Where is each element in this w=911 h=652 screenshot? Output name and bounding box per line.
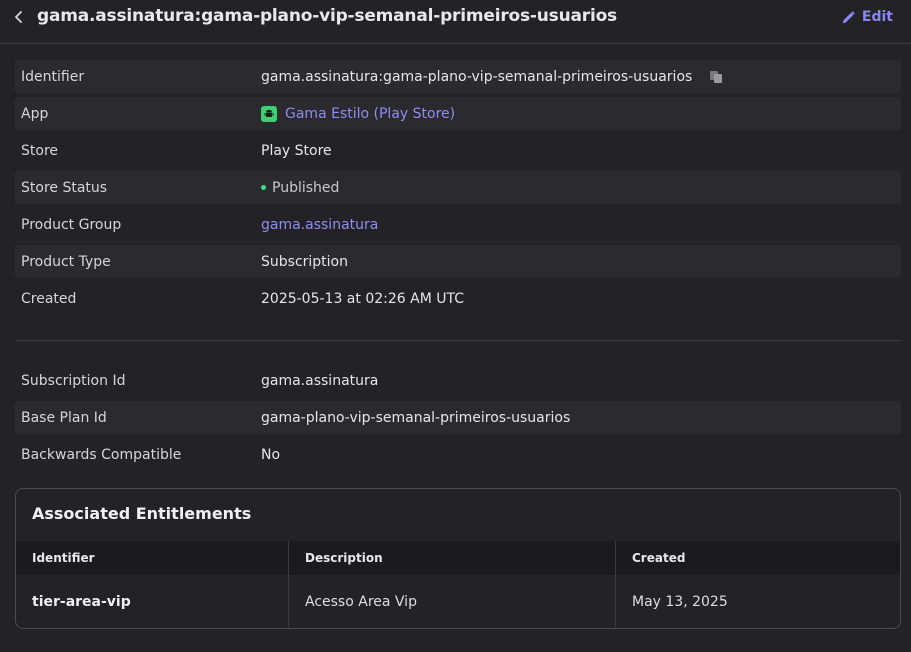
detail-value-subscription-id: gama.assinatura	[261, 372, 379, 389]
detail-row-app: App Gama Estilo (Play Store)	[15, 97, 901, 130]
chevron-left-icon[interactable]	[10, 8, 28, 26]
page-title: gama.assinatura:gama-plano-vip-semanal-p…	[37, 6, 617, 26]
detail-value-identifier: gama.assinatura:gama-plano-vip-semanal-p…	[261, 69, 724, 85]
cell-created: May 13, 2025	[632, 594, 728, 610]
product-details: Identifier gama.assinatura:gama-plano-vi…	[15, 60, 901, 319]
detail-label: Store Status	[21, 179, 108, 196]
detail-value-store: Play Store	[261, 142, 332, 159]
detail-row-created: Created 2025-05-13 at 02:26 AM UTC	[15, 282, 901, 315]
page-header: gama.assinatura:gama-plano-vip-semanal-p…	[0, 0, 911, 44]
status-badge: Published	[272, 179, 340, 196]
detail-row-identifier: Identifier gama.assinatura:gama-plano-vi…	[15, 60, 901, 93]
detail-row-base-plan-id: Base Plan Id gama-plano-vip-semanal-prim…	[15, 401, 901, 434]
detail-label: Base Plan Id	[21, 409, 107, 426]
column-header-identifier: Identifier	[16, 541, 289, 575]
detail-value-product-type: Subscription	[261, 253, 348, 270]
detail-value-backwards-compatible: No	[261, 446, 281, 463]
detail-label: Product Type	[21, 253, 111, 270]
pencil-icon	[842, 10, 855, 23]
table-header: Identifier Description Created	[16, 541, 900, 575]
associated-entitlements-card: Associated Entitlements Identifier Descr…	[15, 488, 901, 629]
card-title: Associated Entitlements	[32, 504, 252, 523]
edit-label: Edit	[861, 9, 893, 25]
copy-icon[interactable]	[708, 69, 724, 85]
detail-row-product-group: Product Group gama.assinatura	[15, 208, 901, 241]
section-divider	[15, 340, 901, 341]
detail-label: Backwards Compatible	[21, 446, 182, 463]
detail-value-base-plan-id: gama-plano-vip-semanal-primeiros-usuario…	[261, 409, 571, 426]
detail-label: Created	[21, 290, 77, 307]
detail-row-backwards-compatible: Backwards Compatible No	[15, 438, 901, 471]
detail-row-store: Store Play Store	[15, 134, 901, 167]
cell-identifier: tier-area-vip	[16, 575, 289, 628]
column-header-created: Created	[632, 551, 686, 565]
cell-description: Acesso Area Vip	[289, 575, 616, 628]
edit-button[interactable]: Edit	[841, 9, 893, 25]
detail-label: App	[21, 105, 49, 122]
identifier-value: gama.assinatura:gama-plano-vip-semanal-p…	[261, 68, 693, 85]
table-row[interactable]: tier-area-vip Acesso Area Vip May 13, 20…	[16, 575, 900, 628]
product-group-link[interactable]: gama.assinatura	[261, 217, 378, 233]
status-dot-icon	[261, 185, 266, 190]
detail-label: Subscription Id	[21, 372, 126, 389]
app-link[interactable]: Gama Estilo (Play Store)	[285, 106, 455, 122]
detail-label: Identifier	[21, 68, 85, 85]
detail-row-store-status: Store Status Published	[15, 171, 901, 204]
android-icon	[261, 105, 277, 122]
detail-label: Product Group	[21, 216, 122, 233]
detail-row-subscription-id: Subscription Id gama.assinatura	[15, 364, 901, 397]
detail-value-app[interactable]: Gama Estilo (Play Store)	[261, 105, 455, 122]
detail-label: Store	[21, 142, 59, 159]
column-header-description: Description	[289, 541, 616, 575]
detail-row-product-type: Product Type Subscription	[15, 245, 901, 278]
detail-value-store-status: Published	[261, 180, 339, 196]
detail-value-created: 2025-05-13 at 02:26 AM UTC	[261, 290, 464, 307]
subscription-details: Subscription Id gama.assinatura Base Pla…	[15, 364, 901, 475]
